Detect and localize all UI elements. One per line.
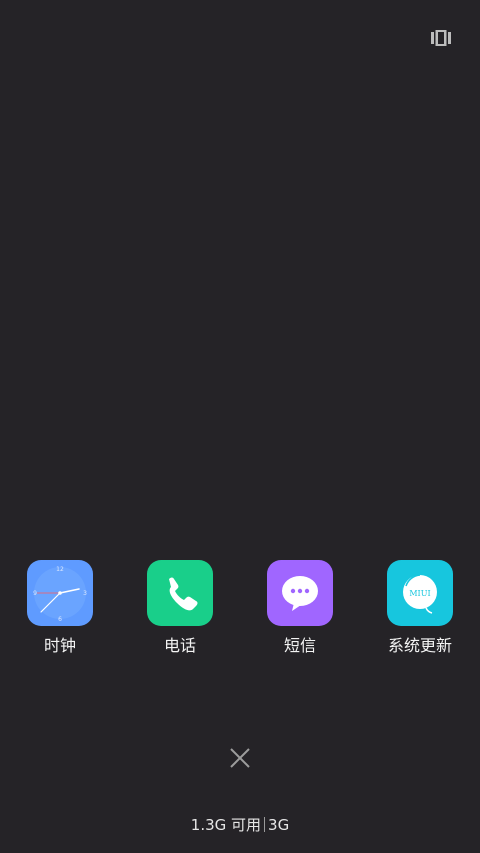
svg-text:12: 12 [56, 566, 64, 573]
memory-available: 1.3G 可用 [190, 816, 262, 834]
close-icon[interactable] [226, 744, 254, 772]
app-system-update[interactable]: MIUI 系统更新 [380, 560, 460, 660]
app-label: 电话 [163, 636, 196, 655]
svg-text:6: 6 [58, 616, 62, 623]
miui-badge-text: MIUI [409, 589, 430, 598]
clock-icon: 12 3 6 9 [27, 560, 93, 626]
app-label: 短信 [283, 636, 316, 655]
miui-update-icon: MIUI [387, 560, 453, 626]
recent-apps-row: 12 3 6 9 时钟 电话 短信 MIUI 系统更新 [0, 560, 480, 660]
memory-info: 1.3G 可用 3G [0, 815, 480, 835]
svg-text:9: 9 [33, 590, 37, 597]
app-messages[interactable]: 短信 [260, 560, 340, 660]
message-icon [267, 560, 333, 626]
multi-window-icon[interactable] [431, 30, 451, 46]
app-label: 系统更新 [387, 636, 452, 655]
svg-text:3: 3 [83, 590, 87, 597]
phone-icon [147, 560, 213, 626]
memory-separator [264, 817, 266, 832]
app-clock[interactable]: 12 3 6 9 时钟 [20, 560, 100, 660]
memory-total: 3G [268, 816, 290, 834]
app-label: 时钟 [43, 636, 76, 655]
app-phone[interactable]: 电话 [140, 560, 220, 660]
